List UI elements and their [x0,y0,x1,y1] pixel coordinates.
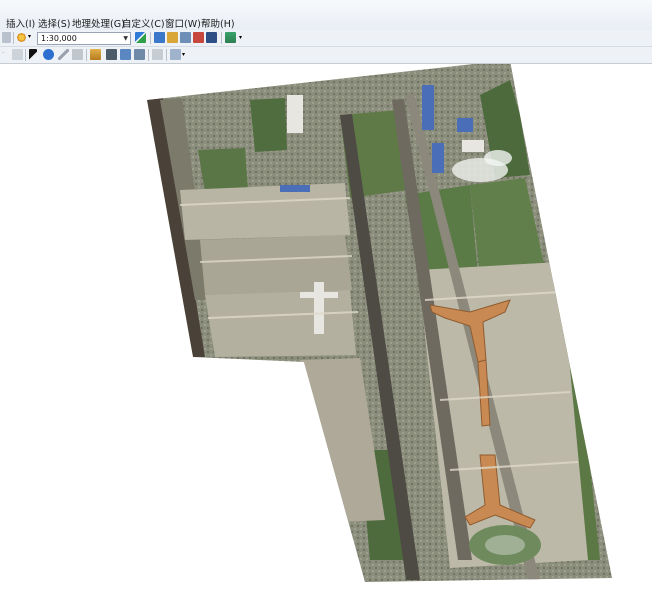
search-window-icon[interactable] [180,32,191,43]
menu-customize[interactable]: 自定义(C) [122,16,165,30]
measure-icon[interactable] [90,49,101,60]
catalog-icon[interactable] [167,32,178,43]
add-data-icon[interactable] [16,32,27,43]
undo-icon[interactable] [2,32,11,43]
chevron-down-icon[interactable]: ▾ [28,33,34,44]
select-arrow-icon[interactable] [29,49,37,60]
clear-selection-icon[interactable] [12,49,23,60]
table-icon[interactable] [170,49,181,60]
toolbar-separator [86,49,87,61]
window-icon[interactable] [152,49,163,60]
airport-imagery [147,64,612,582]
html-popup-icon[interactable] [72,49,83,60]
arcmap-window: 插入(I) 选择(S) 地理处理(G) 自定义(C) 窗口(W) 帮助(H) ▾… [0,0,652,600]
toolbox-icon[interactable] [193,32,204,43]
layout-icon[interactable] [135,32,146,43]
toolbar-separator [150,32,151,44]
model-builder-icon[interactable] [225,32,236,43]
toolbar-separator [166,49,167,61]
menu-insert[interactable]: 插入(I) [6,16,35,30]
map-scale-combo[interactable]: 1:30,000 ▼ [37,32,131,45]
toolbar-separator [13,32,14,44]
chevron-down-icon[interactable]: ▾ [182,51,188,62]
route-icon[interactable] [120,49,131,60]
binoculars-icon[interactable] [106,49,117,60]
tools-toolbar: · ▾ [0,47,652,64]
standard-toolbar: ▾ 1:30,000 ▼ ▾ [0,30,652,47]
menu-selection[interactable]: 选择(S) [38,16,70,30]
gps-icon[interactable] [134,49,145,60]
chevron-down-icon[interactable]: ▼ [123,33,128,44]
menu-window[interactable]: 窗口(W) [165,16,201,30]
chevron-down-icon[interactable]: ▾ [239,34,245,45]
map-display[interactable] [0,64,652,600]
scale-value: 1:30,000 [41,34,77,43]
grip-icon: · [2,49,5,57]
layers-icon[interactable] [154,32,165,43]
toolbar-separator [221,32,222,44]
menu-help[interactable]: 帮助(H) [201,16,235,30]
identify-icon[interactable] [43,49,54,60]
menu-geoprocessing[interactable]: 地理处理(G) [72,16,125,30]
menu-bar: 插入(I) 选择(S) 地理处理(G) 自定义(C) 窗口(W) 帮助(H) [0,0,652,31]
python-icon[interactable] [206,32,217,43]
pencil-icon[interactable] [58,49,69,60]
toolbar-separator [148,49,149,61]
toolbar-separator [25,49,26,61]
